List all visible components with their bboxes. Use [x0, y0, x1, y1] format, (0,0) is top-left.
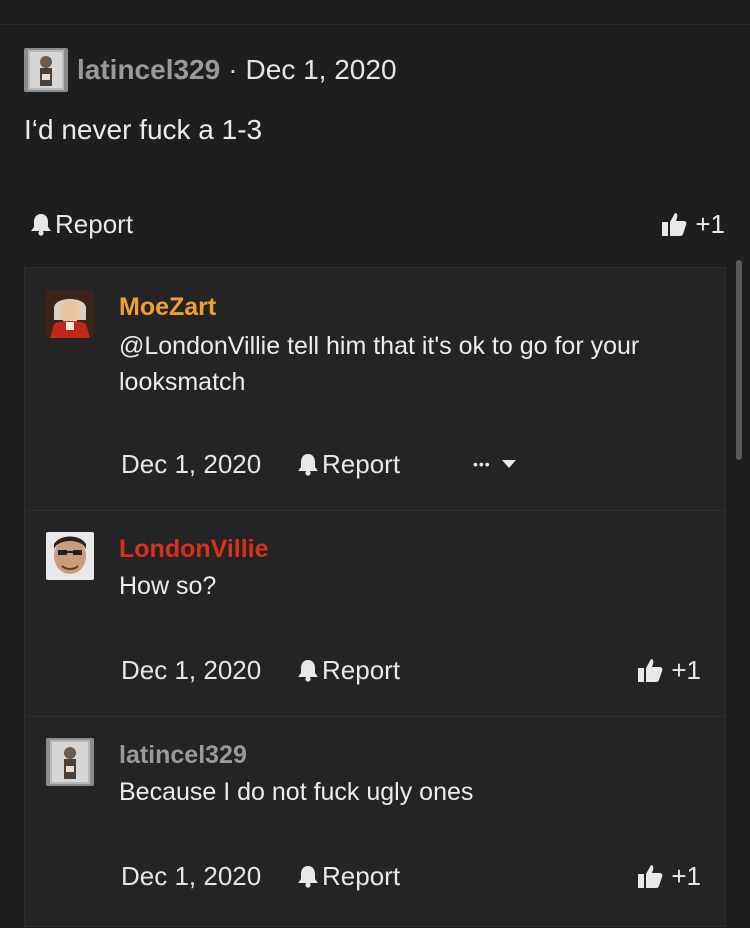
reply-date[interactable]: Dec 1, 2020 — [121, 655, 297, 686]
reaction-label: +1 — [695, 208, 725, 239]
reply-date[interactable]: Dec 1, 2020 — [121, 861, 297, 892]
reaction-button[interactable]: +1 — [661, 209, 725, 240]
reply-text: @LondonVillie tell him that it's ok to g… — [119, 332, 640, 396]
bell-icon — [298, 866, 318, 888]
list-item: MoeZart @LondonVillie tell him that it's… — [25, 268, 725, 511]
thumbs-up-icon — [638, 659, 663, 682]
post-body: I‘d never fuck a 1-3 — [24, 114, 263, 145]
reaction-button[interactable]: +1 — [637, 655, 701, 686]
more-label: ••• — [473, 456, 491, 472]
avatar[interactable] — [24, 48, 68, 92]
reply-author[interactable]: LondonVillie — [119, 535, 269, 564]
reply-text: Because I do not fuck ugly ones — [119, 778, 474, 806]
reply-author[interactable]: latincel329 — [119, 741, 247, 770]
bell-icon — [298, 454, 318, 476]
list-item: LondonVillie How so? Dec 1, 2020 Report … — [25, 510, 725, 717]
report-label: Report — [322, 860, 401, 891]
reply-footer: Dec 1, 2020 Report +1 — [121, 858, 701, 894]
reaction-button[interactable]: +1 — [637, 861, 701, 892]
reply-footer: Dec 1, 2020 Report +1 — [121, 652, 701, 688]
reaction-label: +1 — [671, 860, 701, 891]
avatar[interactable] — [46, 290, 94, 338]
replies-list: MoeZart @LondonVillie tell him that it's… — [24, 267, 726, 927]
bell-icon — [298, 660, 318, 682]
reply-date[interactable]: Dec 1, 2020 — [121, 449, 297, 480]
post-date[interactable]: Dec 1, 2020 — [246, 54, 397, 86]
more-menu-button[interactable]: ••• — [473, 456, 517, 472]
post-header: latincel329 · Dec 1, 2020 — [24, 48, 397, 92]
thumbs-up-icon — [662, 213, 687, 236]
reply-footer: Dec 1, 2020 Report ••• — [121, 446, 701, 482]
separator: · — [228, 54, 238, 85]
thumbs-up-icon — [638, 865, 663, 888]
report-button[interactable]: Report — [297, 861, 437, 892]
list-item: latincel329 Because I do not fuck ugly o… — [25, 716, 725, 928]
avatar[interactable] — [46, 532, 94, 580]
report-label: Report — [322, 654, 401, 685]
post-author[interactable]: latincel329 — [77, 54, 220, 86]
avatar[interactable] — [46, 738, 94, 786]
scrollbar[interactable] — [736, 260, 742, 460]
bell-icon — [31, 214, 51, 236]
report-label: Report — [322, 448, 401, 479]
chevron-down-icon — [501, 460, 516, 468]
report-button[interactable]: Report — [297, 449, 437, 480]
reply-text: How so? — [119, 572, 217, 600]
post-actions: Report +1 — [30, 205, 725, 243]
report-button[interactable]: Report — [30, 209, 133, 240]
reply-author[interactable]: MoeZart — [119, 293, 216, 322]
report-button[interactable]: Report — [297, 655, 437, 686]
reaction-label: +1 — [671, 654, 701, 685]
report-label: Report — [55, 208, 134, 239]
top-bar — [0, 0, 750, 25]
